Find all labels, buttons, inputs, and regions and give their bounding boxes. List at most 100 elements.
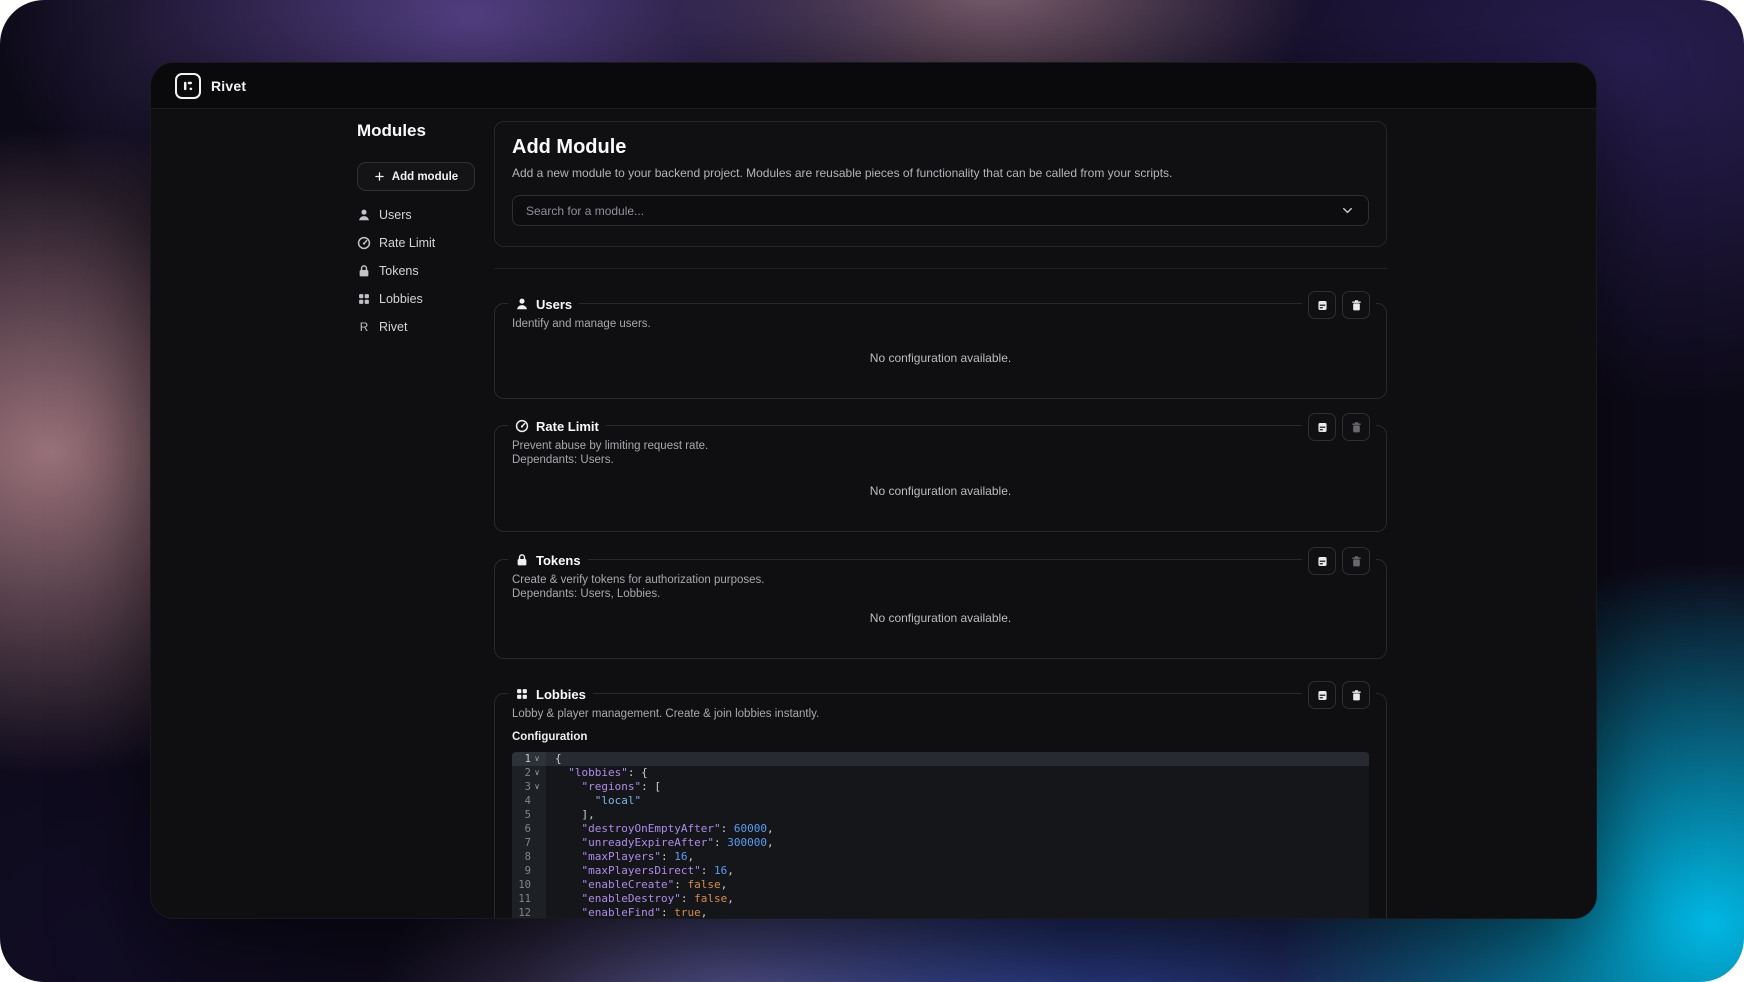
code-line[interactable]: 7 "unreadyExpireAfter": 300000, (512, 836, 1369, 850)
editor-gutter: 2∨ (512, 766, 546, 780)
code-text: "maxPlayersDirect": 16, (546, 864, 1369, 878)
add-module-description: Add a new module to your backend project… (512, 166, 1369, 180)
card-actions (1302, 681, 1376, 709)
code-line[interactable]: 1∨{ (512, 752, 1369, 766)
code-line[interactable]: 10 "enableCreate": false, (512, 878, 1369, 892)
module-search-select[interactable]: Search for a module... (512, 195, 1369, 226)
card-description: Lobby & player management. Create & join… (495, 694, 1386, 722)
card-actions (1302, 413, 1376, 441)
editor-gutter: 12 (512, 906, 546, 919)
module-card-tokens: TokensCreate & verify tokens for authori… (494, 559, 1387, 659)
delete-module-button[interactable] (1342, 413, 1370, 441)
sidebar-item-label: Users (379, 208, 412, 222)
fold-caret-icon[interactable]: ∨ (531, 752, 543, 766)
sidebar-item-label: Rivet (379, 320, 407, 334)
card-description: Prevent abuse by limiting request rate.D… (495, 426, 1386, 467)
code-line[interactable]: 3∨ "regions": [ (512, 780, 1369, 794)
code-text: ], (546, 808, 1369, 822)
database-button[interactable] (1308, 413, 1336, 441)
sidebar-item-label: Rate Limit (379, 236, 435, 250)
lock-icon (357, 264, 371, 278)
editor-gutter: 11 (512, 892, 546, 906)
rivet-logo-icon (175, 73, 201, 99)
line-number: 7 (515, 836, 531, 850)
gauge-icon (515, 419, 529, 433)
code-line[interactable]: 2∨ "lobbies": { (512, 766, 1369, 780)
code-line[interactable]: 5 ], (512, 808, 1369, 822)
editor-gutter: 6 (512, 822, 546, 836)
card-legend: Rate Limit (508, 416, 606, 436)
database-icon (1316, 299, 1329, 312)
database-icon (1316, 555, 1329, 568)
line-number: 5 (515, 808, 531, 822)
module-card-lobbies: LobbiesLobby & player management. Create… (494, 693, 1387, 919)
code-line[interactable]: 8 "maxPlayers": 16, (512, 850, 1369, 864)
editor-gutter: 1∨ (512, 752, 546, 766)
fold-caret-icon[interactable]: ∨ (531, 766, 543, 780)
trash-icon (1350, 421, 1363, 434)
code-line[interactable]: 11 "enableDestroy": false, (512, 892, 1369, 906)
section-divider (494, 268, 1387, 269)
grid-icon (515, 687, 529, 701)
code-text: "enableDestroy": false, (546, 892, 1369, 906)
editor-gutter: 4 (512, 794, 546, 808)
sidebar-item-label: Lobbies (379, 292, 423, 306)
code-line[interactable]: 12 "enableFind": true, (512, 906, 1369, 919)
delete-module-button[interactable] (1342, 291, 1370, 319)
no-configuration-text: No configuration available. (495, 484, 1386, 498)
line-number: 4 (515, 794, 531, 808)
line-number: 8 (515, 850, 531, 864)
card-title: Tokens (536, 553, 581, 568)
database-icon (1316, 689, 1329, 702)
code-line[interactable]: 4 "local" (512, 794, 1369, 808)
code-text: "enableCreate": false, (546, 878, 1369, 892)
config-code-editor[interactable]: 1∨{2∨ "lobbies": {3∨ "regions": [4 "loca… (512, 752, 1369, 919)
code-text: "lobbies": { (546, 766, 1369, 780)
no-configuration-text: No configuration available. (495, 611, 1386, 625)
sidebar-item-rate-limit[interactable]: Rate Limit (357, 229, 497, 257)
card-actions (1302, 291, 1376, 319)
grid-icon (357, 292, 371, 306)
delete-module-button[interactable] (1342, 681, 1370, 709)
database-button[interactable] (1308, 547, 1336, 575)
editor-gutter: 8 (512, 850, 546, 864)
code-line[interactable]: 9 "maxPlayersDirect": 16, (512, 864, 1369, 878)
card-description: Identify and manage users. (495, 304, 1386, 332)
line-number: 10 (515, 878, 531, 892)
brand-name: Rivet (211, 78, 246, 94)
card-description: Create & verify tokens for authorization… (495, 560, 1386, 601)
page-title: Add Module (512, 136, 1369, 159)
database-icon (1316, 421, 1329, 434)
line-number: 9 (515, 864, 531, 878)
add-module-panel: Add Module Add a new module to your back… (494, 121, 1387, 247)
line-number: 3 (515, 780, 531, 794)
svg-text:R: R (360, 320, 369, 334)
user-icon (357, 208, 371, 222)
sidebar-item-rivet[interactable]: R Rivet (357, 313, 497, 341)
sidebar-item-tokens[interactable]: Tokens (357, 257, 497, 285)
card-legend: Tokens (508, 550, 588, 570)
code-line[interactable]: 6 "destroyOnEmptyAfter": 60000, (512, 822, 1369, 836)
delete-module-button[interactable] (1342, 547, 1370, 575)
chevron-down-icon (1340, 203, 1355, 218)
code-text: "local" (546, 794, 1369, 808)
no-configuration-text: No configuration available. (495, 351, 1386, 365)
sidebar: Modules Add module Users Rate Limit Tokens… (357, 109, 497, 341)
module-card-users: UsersIdentify and manage users.No config… (494, 303, 1387, 399)
code-text: "maxPlayers": 16, (546, 850, 1369, 864)
sidebar-item-lobbies[interactable]: Lobbies (357, 285, 497, 313)
sidebar-item-label: Tokens (379, 264, 419, 278)
database-button[interactable] (1308, 291, 1336, 319)
line-number: 2 (515, 766, 531, 780)
fold-caret-icon[interactable]: ∨ (531, 780, 543, 794)
top-bar: Rivet (151, 63, 1596, 109)
database-button[interactable] (1308, 681, 1336, 709)
sidebar-item-users[interactable]: Users (357, 201, 497, 229)
sidebar-title: Modules (357, 121, 497, 141)
card-title: Rate Limit (536, 419, 599, 434)
code-text: "enableFind": true, (546, 906, 1369, 919)
editor-gutter: 5 (512, 808, 546, 822)
app-window: Rivet Modules Add module Users Rate Limit… (150, 62, 1597, 919)
code-text: "destroyOnEmptyAfter": 60000, (546, 822, 1369, 836)
add-module-button[interactable]: Add module (357, 162, 475, 191)
